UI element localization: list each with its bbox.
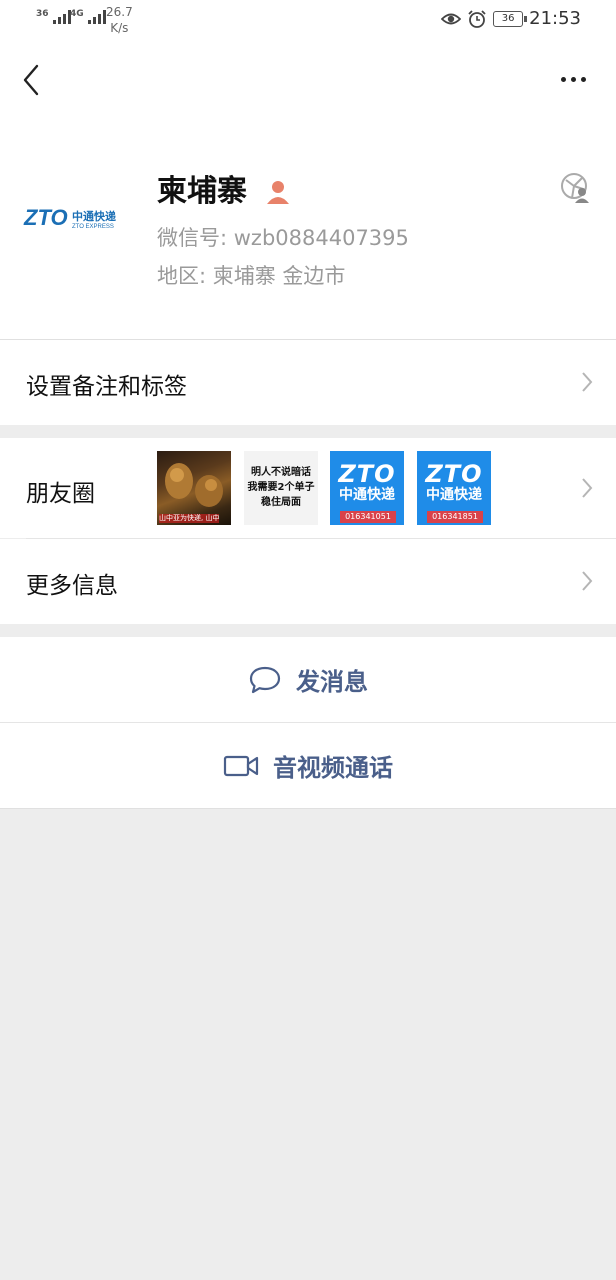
- chat-bubble-icon: [249, 666, 281, 693]
- status-bar: 36 4G 26.7 K/s 36 21:53: [0, 0, 616, 44]
- text-line: 我需要2个单子: [247, 482, 315, 493]
- more-info-label: 更多信息: [26, 573, 118, 599]
- region: 地区: 柬埔寨 金边市: [157, 264, 346, 288]
- chevron-right-icon: [582, 372, 593, 392]
- zto-cn: 中通快递: [426, 487, 482, 503]
- sim1-label: 36: [36, 9, 49, 19]
- network-speed: 26.7 K/s: [106, 4, 133, 36]
- moments-thumbnail-text[interactable]: 明人不说暗话 我需要2个单子 稳住局面: [244, 451, 318, 525]
- alarm-icon: [468, 9, 486, 28]
- text-line: 明人不说暗话: [251, 467, 311, 478]
- female-gender-icon: [267, 181, 289, 204]
- avatar-cn: 中通快递: [72, 209, 116, 223]
- divider: [0, 808, 616, 809]
- send-message-button[interactable]: 发消息: [0, 637, 616, 722]
- status-time: 21:53: [529, 8, 581, 29]
- avatar-en: ZTO EXPRESS: [72, 224, 114, 230]
- back-icon[interactable]: [18, 62, 48, 98]
- speed-value: 26.7: [106, 5, 133, 19]
- chevron-right-icon: [582, 478, 593, 498]
- set-remark-tags-row[interactable]: 设置备注和标签: [0, 340, 616, 425]
- moments-row[interactable]: 朋友圈 山中亚为快递, 山中 明人不说暗话 我需要2个单子 稳住局面 ZTO 中…: [0, 438, 616, 538]
- moments-thumbnail-zto[interactable]: ZTO 中通快递 016341851: [417, 451, 491, 525]
- battery-icon: 36: [493, 10, 528, 27]
- photo-caption: 山中亚为快递, 山中: [159, 514, 219, 523]
- star-friend-icon[interactable]: [560, 172, 592, 204]
- avatar-logo: ZTO: [23, 205, 68, 230]
- signal-icon-sim2: 4G: [70, 10, 106, 24]
- zto-number: 016341851: [427, 511, 483, 523]
- set-remark-tags-label: 设置备注和标签: [26, 374, 187, 400]
- zto-number: 016341051: [340, 511, 396, 523]
- moments-thumbnail-zto[interactable]: ZTO 中通快递 016341051: [330, 451, 404, 525]
- moments-label: 朋友圈: [26, 481, 95, 507]
- send-message-label: 发消息: [296, 668, 368, 696]
- zto-cn: 中通快递: [339, 487, 395, 503]
- eye-comfort-icon: [441, 13, 462, 24]
- text-line: 稳住局面: [261, 497, 301, 508]
- signal-icon-sim1: 36: [36, 10, 71, 24]
- sim2-label: 4G: [70, 9, 84, 19]
- chevron-right-icon: [582, 571, 593, 591]
- video-call-button[interactable]: 音视频通话: [0, 723, 616, 808]
- zto-logo: ZTO: [338, 460, 396, 488]
- zto-logo: ZTO: [425, 460, 483, 488]
- speed-unit: K/s: [110, 21, 129, 35]
- more-info-row[interactable]: 更多信息: [0, 539, 616, 624]
- more-options-icon[interactable]: [555, 64, 591, 94]
- video-camera-icon: [223, 755, 259, 776]
- video-call-label: 音视频通话: [273, 754, 393, 782]
- wechat-id: 微信号: wzb0884407395: [157, 226, 409, 250]
- avatar[interactable]: ZTO 中通快递 ZTO EXPRESS: [22, 170, 130, 266]
- profile-name: 柬埔寨: [157, 174, 247, 209]
- moments-thumbnail-photo[interactable]: 山中亚为快递, 山中: [157, 451, 231, 525]
